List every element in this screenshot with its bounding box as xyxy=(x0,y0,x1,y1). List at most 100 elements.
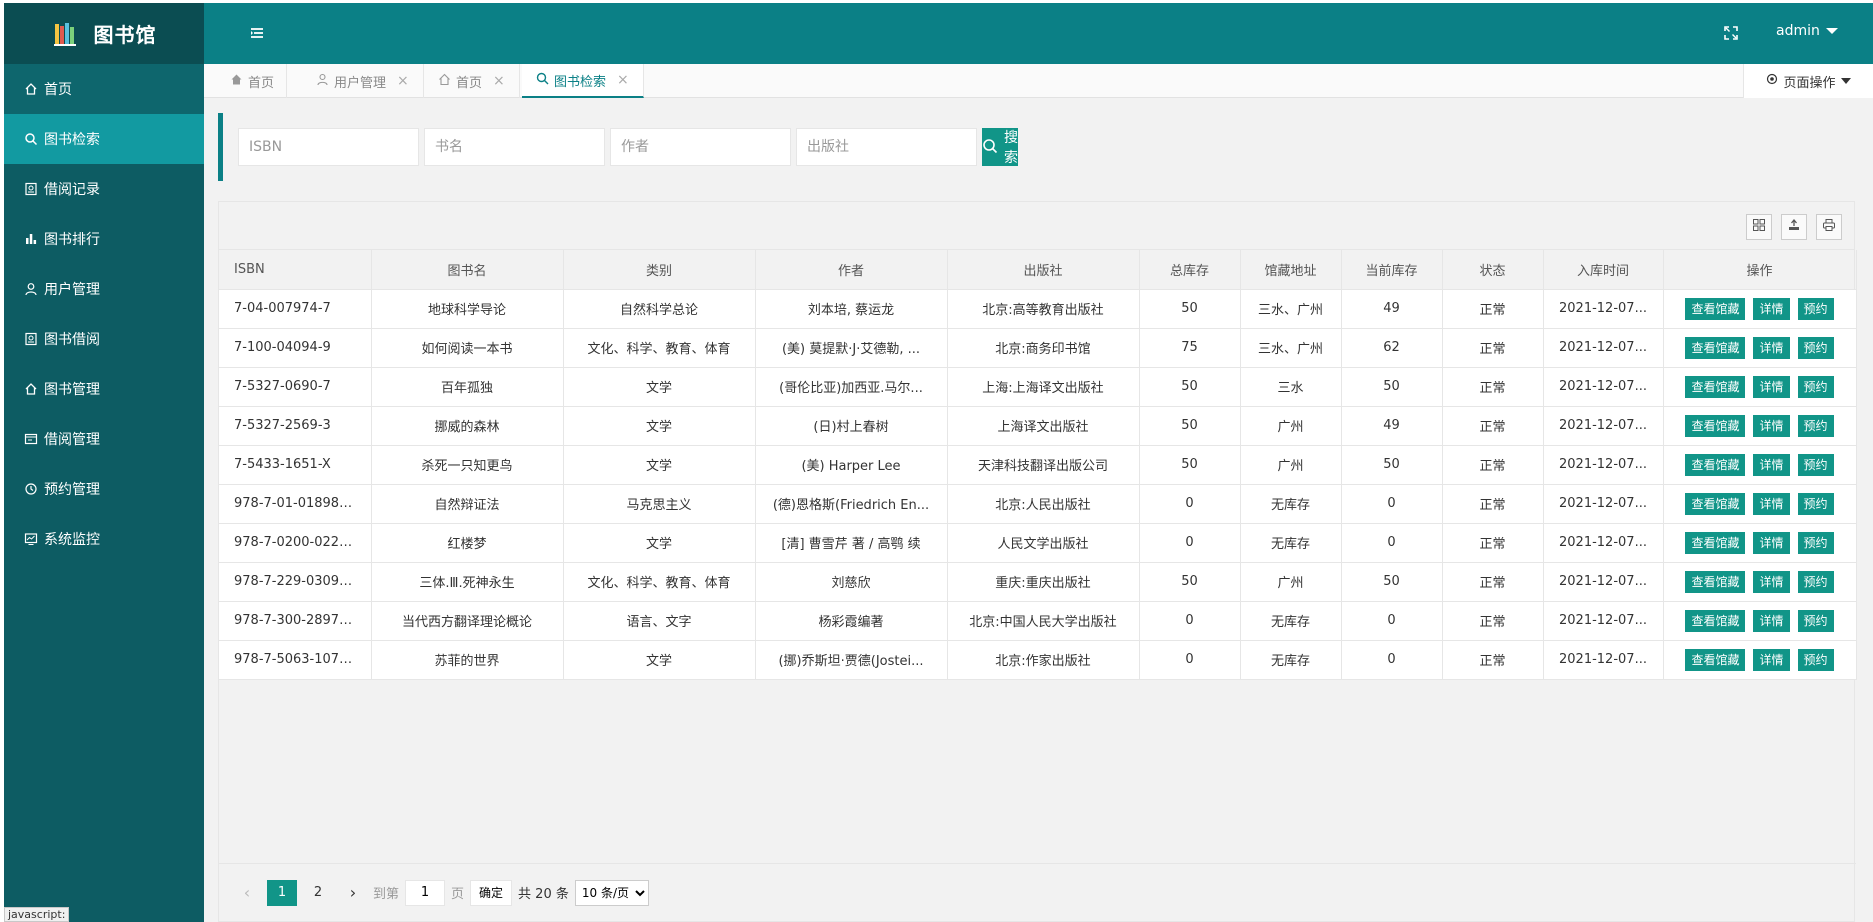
column-header-title[interactable]: 图书名 xyxy=(371,250,564,290)
table-row[interactable]: 7-04-007974-7 地球科学导论 自然科学总论 刘本培, 蔡运龙 北京:高等教育… xyxy=(219,289,1857,329)
reserve-button[interactable]: 预约 xyxy=(1797,570,1834,593)
table-row[interactable]: 978-7-5063-1071-0 苏菲的世界 文学 (挪)乔斯坦·贾德(Jostei… xyxy=(219,640,1857,680)
cell-current-stock: 0 xyxy=(1341,601,1443,641)
sidebar-item-reservation-management[interactable]: 预约管理 xyxy=(4,464,204,514)
cell-actions: 查看馆藏 详情 预约 xyxy=(1663,445,1857,485)
tab-user-management[interactable]: 用户管理 × xyxy=(302,64,424,98)
tab-home[interactable]: 首页 × xyxy=(424,64,520,98)
table-row[interactable]: 7-5433-1651-X 杀死一只知更鸟 文学 (美) Harper Lee 天津科技… xyxy=(219,445,1857,485)
reserve-button[interactable]: 预约 xyxy=(1797,453,1834,476)
sidebar-item-borrow-records[interactable]: 借阅记录 xyxy=(4,164,204,214)
table-row[interactable]: 978-7-300-28978-6 当代西方翻译理论概论 语言、文字 杨彩霞编著 北京:… xyxy=(219,601,1857,641)
table-row[interactable]: 7-100-04094-9 如何阅读一本书 文化、科学、教育、体育 (美) 莫提默·J… xyxy=(219,328,1857,368)
details-button[interactable]: 详情 xyxy=(1753,570,1790,593)
table-row[interactable]: 978-7-01-018986-4 自然辩证法 马克思主义 (德)恩格斯(Friedr… xyxy=(219,484,1857,524)
fullscreen-icon[interactable] xyxy=(1723,25,1739,41)
menu-toggle-icon[interactable] xyxy=(248,24,266,42)
user-menu[interactable]: admin xyxy=(1776,23,1838,39)
table-row[interactable]: 7-5327-0690-7 百年孤独 文学 (哥伦比亚)加西亚.马尔... 上海:上海译… xyxy=(219,367,1857,407)
sidebar-item-book-management[interactable]: 图书管理 xyxy=(4,364,204,414)
sidebar-item-system-monitor[interactable]: 系统监控 xyxy=(4,514,204,564)
column-header-status[interactable]: 状态 xyxy=(1442,250,1544,290)
export-button[interactable] xyxy=(1781,214,1807,240)
cell-date: 2021-12-07... xyxy=(1543,367,1664,407)
close-icon[interactable]: × xyxy=(493,73,505,89)
page-1-button[interactable]: 1 xyxy=(267,879,297,906)
view-holdings-button[interactable]: 查看馆藏 xyxy=(1685,336,1746,359)
publisher-input[interactable] xyxy=(796,128,977,166)
reserve-button[interactable]: 预约 xyxy=(1797,414,1834,437)
sidebar-item-book-borrow[interactable]: 图书借阅 xyxy=(4,314,204,364)
columns-filter-button[interactable] xyxy=(1746,214,1772,240)
column-header-category[interactable]: 类别 xyxy=(563,250,756,290)
sidebar-item-borrow-management[interactable]: 借阅管理 xyxy=(4,414,204,464)
row-actions: 查看馆藏 详情 预约 xyxy=(1676,297,1844,320)
table-row[interactable]: 978-7-229-03093-3 三体.Ⅲ.死神永生 文化、科学、教育、体育 刘慈欣… xyxy=(219,562,1857,602)
cell-status: 正常 xyxy=(1442,484,1544,524)
column-header-date[interactable]: 入库时间 xyxy=(1543,250,1664,290)
page-2-button[interactable]: 2 xyxy=(303,880,333,906)
row-actions: 查看馆藏 详情 预约 xyxy=(1676,492,1844,515)
details-button[interactable]: 详情 xyxy=(1753,414,1790,437)
view-holdings-button[interactable]: 查看馆藏 xyxy=(1685,609,1746,632)
details-button[interactable]: 详情 xyxy=(1753,609,1790,632)
cell-date: 2021-12-07... xyxy=(1543,640,1664,680)
author-input[interactable] xyxy=(610,128,791,166)
cell-date: 2021-12-07... xyxy=(1543,445,1664,485)
cell-date: 2021-12-07... xyxy=(1543,523,1664,563)
reserve-button[interactable]: 预约 xyxy=(1797,531,1834,554)
reserve-button[interactable]: 预约 xyxy=(1797,375,1834,398)
view-holdings-button[interactable]: 查看馆藏 xyxy=(1685,648,1746,671)
cell-location: 无库存 xyxy=(1240,523,1342,563)
print-button[interactable] xyxy=(1816,214,1842,240)
details-button[interactable]: 详情 xyxy=(1753,375,1790,398)
sidebar-item-home[interactable]: 首页 xyxy=(4,64,204,114)
column-header-author[interactable]: 作者 xyxy=(755,250,948,290)
column-header-publisher[interactable]: 出版社 xyxy=(947,250,1140,290)
view-holdings-button[interactable]: 查看馆藏 xyxy=(1685,375,1746,398)
column-header-current-stock[interactable]: 当前库存 xyxy=(1341,250,1443,290)
table-row[interactable]: 978-7-0200-0220-7 红楼梦 文学 [清] 曹雪芹 著 / 高鹗 续人民… xyxy=(219,523,1857,563)
details-button[interactable]: 详情 xyxy=(1753,531,1790,554)
tab-home-fixed[interactable]: 首页 xyxy=(218,64,288,98)
isbn-input[interactable] xyxy=(238,128,419,166)
tab-book-search[interactable]: 图书检索 × xyxy=(522,64,644,98)
prev-page-icon[interactable]: ‹ xyxy=(233,880,261,906)
details-button[interactable]: 详情 xyxy=(1753,336,1790,359)
column-header-total-stock[interactable]: 总库存 xyxy=(1139,250,1241,290)
sidebar-item-label: 系统监控 xyxy=(44,532,100,548)
view-holdings-button[interactable]: 查看馆藏 xyxy=(1685,570,1746,593)
title-input[interactable] xyxy=(424,128,605,166)
close-icon[interactable]: × xyxy=(617,72,629,88)
details-button[interactable]: 详情 xyxy=(1753,453,1790,476)
sidebar-item-user-management[interactable]: 用户管理 xyxy=(4,264,204,314)
reserve-button[interactable]: 预约 xyxy=(1797,336,1834,359)
cell-current-stock: 0 xyxy=(1341,640,1443,680)
next-page-icon[interactable]: › xyxy=(339,880,367,906)
page-size-select[interactable]: 10 条/页 xyxy=(574,879,649,906)
sidebar-item-book-search[interactable]: 图书检索 xyxy=(4,114,204,164)
details-button[interactable]: 详情 xyxy=(1753,297,1790,320)
reserve-button[interactable]: 预约 xyxy=(1797,492,1834,515)
column-header-isbn[interactable]: ISBN xyxy=(219,250,372,290)
table-row[interactable]: 7-5327-2569-3 挪威的森林 文学 (日)村上春树 上海译文出版社 50 广州 49… xyxy=(219,406,1857,446)
goto-confirm-button[interactable]: 确定 xyxy=(470,879,513,906)
view-holdings-button[interactable]: 查看馆藏 xyxy=(1685,297,1746,320)
view-holdings-button[interactable]: 查看馆藏 xyxy=(1685,492,1746,515)
view-holdings-button[interactable]: 查看馆藏 xyxy=(1685,453,1746,476)
column-header-location[interactable]: 馆藏地址 xyxy=(1240,250,1342,290)
reserve-button[interactable]: 预约 xyxy=(1797,648,1834,671)
close-icon[interactable]: × xyxy=(397,73,409,89)
view-holdings-button[interactable]: 查看馆藏 xyxy=(1685,531,1746,554)
reserve-button[interactable]: 预约 xyxy=(1797,609,1834,632)
goto-page-input[interactable] xyxy=(405,879,446,906)
tab-label: 图书检索 xyxy=(554,74,607,90)
page-operations-menu[interactable]: 页面操作 xyxy=(1743,64,1873,98)
reserve-button[interactable]: 预约 xyxy=(1797,297,1834,320)
details-button[interactable]: 详情 xyxy=(1753,648,1790,671)
sidebar-item-book-ranking[interactable]: 图书排行 xyxy=(4,214,204,264)
logo[interactable]: 图书馆 xyxy=(4,3,204,64)
details-button[interactable]: 详情 xyxy=(1753,492,1790,515)
view-holdings-button[interactable]: 查看馆藏 xyxy=(1685,414,1746,437)
search-button[interactable]: 搜索 xyxy=(982,128,1018,166)
